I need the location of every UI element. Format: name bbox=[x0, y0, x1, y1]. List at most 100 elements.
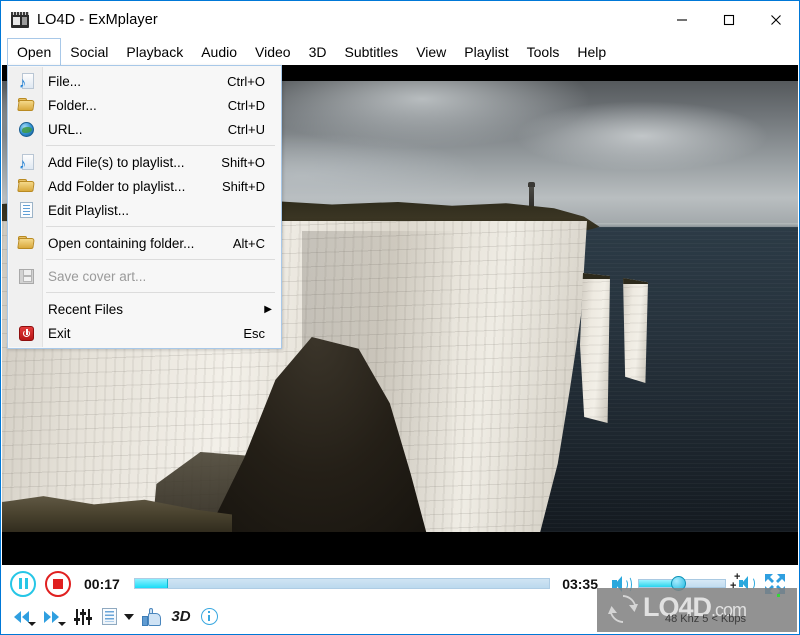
menu-item-edit-playlist[interactable]: Edit Playlist... bbox=[8, 198, 281, 222]
menu-item-url[interactable]: URL.. Ctrl+U bbox=[8, 117, 281, 141]
total-time: 03:35 bbox=[562, 575, 598, 592]
menu-video-label: Video bbox=[255, 43, 291, 60]
globe-icon bbox=[12, 121, 41, 138]
folder-icon bbox=[12, 97, 41, 114]
menu-item-add-files-label: Add File(s) to playlist... bbox=[48, 154, 185, 170]
menu-item-add-files-to-playlist[interactable]: ♪ Add File(s) to playlist... Shift+O bbox=[8, 150, 281, 174]
menu-item-add-files-accel: Shift+O bbox=[221, 154, 265, 170]
menu-item-add-folder-to-playlist[interactable]: Add Folder to playlist... Shift+D bbox=[8, 174, 281, 198]
power-exit-icon bbox=[12, 325, 41, 342]
menu-view[interactable]: View bbox=[407, 38, 455, 65]
menu-item-exit-accel: Esc bbox=[243, 325, 265, 341]
menu-playlist-label: Playlist bbox=[464, 43, 509, 60]
document-icon bbox=[12, 201, 41, 219]
fullscreen-icon[interactable] bbox=[762, 571, 788, 597]
app-icon bbox=[11, 11, 29, 28]
volume-slider[interactable] bbox=[638, 576, 726, 591]
folder-icon bbox=[12, 235, 41, 252]
menu-video[interactable]: Video bbox=[246, 38, 300, 65]
menu-item-edit-playlist-label: Edit Playlist... bbox=[48, 202, 130, 218]
menu-subtitles-label: Subtitles bbox=[344, 43, 399, 60]
music-note-icon: ♪ bbox=[12, 72, 41, 90]
menu-item-open-containing-folder-accel: Alt+C bbox=[232, 235, 265, 251]
volume-knob[interactable] bbox=[670, 576, 686, 591]
menu-item-file-label: File... bbox=[48, 73, 82, 89]
maximize-button[interactable] bbox=[705, 1, 752, 38]
window-title: LO4D - ExMplayer bbox=[37, 11, 158, 28]
3d-toggle-button[interactable]: 3D bbox=[166, 606, 196, 628]
menu-separator bbox=[46, 145, 275, 146]
sea-stack-small bbox=[623, 278, 648, 383]
menu-item-file-accel: Ctrl+O bbox=[227, 73, 265, 89]
menu-item-recent-files-label: Recent Files bbox=[48, 301, 124, 317]
menu-audio[interactable]: Audio bbox=[192, 38, 246, 65]
stop-button[interactable] bbox=[45, 570, 71, 597]
menu-item-folder[interactable]: Folder... Ctrl+D bbox=[8, 93, 281, 117]
menu-item-save-cover-art: Save cover art... bbox=[8, 264, 281, 288]
pause-button[interactable] bbox=[10, 570, 36, 597]
menu-playback-label: Playback bbox=[126, 43, 184, 60]
exmplayer-window: LO4D - ExMplayer Open Social Playback Au… bbox=[0, 0, 800, 635]
menu-subtitles[interactable]: Subtitles bbox=[335, 38, 407, 65]
menu-playlist[interactable]: Playlist bbox=[455, 38, 517, 65]
chevron-down-icon[interactable] bbox=[120, 606, 138, 628]
menu-item-open-containing-folder-label: Open containing folder... bbox=[48, 235, 195, 251]
menu-tools-label: Tools bbox=[526, 43, 560, 60]
menu-item-save-cover-art-label: Save cover art... bbox=[48, 268, 147, 284]
menu-item-open-containing-folder[interactable]: Open containing folder... Alt+C bbox=[8, 231, 281, 255]
folder-icon bbox=[12, 178, 41, 195]
menu-view-label: View bbox=[416, 43, 447, 60]
mute-speaker-icon[interactable] bbox=[610, 574, 632, 594]
equalizer-icon[interactable] bbox=[70, 606, 96, 628]
menu-help[interactable]: Help bbox=[568, 38, 615, 65]
menu-item-folder-label: Folder... bbox=[48, 97, 97, 113]
menu-separator bbox=[46, 226, 275, 227]
menu-3d-label: 3D bbox=[308, 43, 327, 60]
menu-social[interactable]: Social bbox=[61, 38, 117, 65]
submenu-arrow-icon: ▶ bbox=[264, 303, 272, 315]
sea-stack-large bbox=[580, 273, 610, 423]
seek-slider[interactable] bbox=[133, 578, 551, 589]
menu-help-label: Help bbox=[577, 43, 607, 60]
open-dropdown-menu: ♪ File... Ctrl+O Folder... Ctrl+D URL.. … bbox=[7, 65, 282, 349]
playlist-panel-icon[interactable] bbox=[98, 606, 120, 628]
menu-item-url-accel: Ctrl+U bbox=[227, 121, 265, 137]
window-controls bbox=[658, 1, 799, 38]
music-note-icon: ♪ bbox=[12, 153, 41, 171]
menu-separator bbox=[46, 292, 275, 293]
menu-item-exit[interactable]: Exit Esc bbox=[8, 321, 281, 345]
menu-item-exit-label: Exit bbox=[48, 325, 71, 341]
close-button[interactable] bbox=[752, 1, 799, 38]
minimize-button[interactable] bbox=[658, 1, 705, 38]
menu-open[interactable]: Open bbox=[7, 38, 62, 66]
fast-forward-button[interactable] bbox=[40, 606, 70, 628]
rewind-button[interactable] bbox=[10, 606, 40, 628]
info-icon[interactable] bbox=[196, 606, 222, 628]
media-status-text: 48 Khz 5 < Kbps bbox=[664, 613, 746, 625]
title-bar: LO4D - ExMplayer bbox=[1, 1, 799, 38]
menu-item-url-label: URL.. bbox=[48, 121, 83, 137]
menu-3d[interactable]: 3D bbox=[300, 38, 336, 65]
menu-separator bbox=[46, 259, 275, 260]
lighthouse bbox=[528, 182, 535, 208]
menu-item-add-folder-label: Add Folder to playlist... bbox=[48, 178, 186, 194]
menu-item-recent-files[interactable]: Recent Files ▶ bbox=[8, 297, 281, 321]
volume-boost-icon[interactable]: + + bbox=[730, 571, 756, 595]
status-indicator-dot bbox=[777, 594, 780, 597]
seek-progress-fill bbox=[134, 579, 168, 588]
save-disk-icon bbox=[12, 268, 41, 285]
menu-social-label: Social bbox=[70, 43, 109, 60]
menu-playback[interactable]: Playback bbox=[117, 38, 192, 65]
menu-item-folder-accel: Ctrl+D bbox=[227, 97, 265, 113]
menu-tools[interactable]: Tools bbox=[518, 38, 569, 65]
menu-item-add-folder-accel: Shift+D bbox=[222, 178, 265, 194]
menu-item-file[interactable]: ♪ File... Ctrl+O bbox=[8, 69, 281, 93]
thumbs-up-icon[interactable] bbox=[138, 606, 166, 628]
current-time: 00:17 bbox=[84, 575, 120, 592]
menu-bar: Open Social Playback Audio Video 3D Subt… bbox=[1, 38, 799, 66]
transport-row: 00:17 03:35 + + bbox=[2, 565, 798, 602]
letterbox-bottom bbox=[2, 532, 798, 565]
menu-open-label: Open bbox=[17, 44, 52, 60]
menu-audio-label: Audio bbox=[201, 43, 238, 60]
player-controls: 00:17 03:35 + + 3D LO4D.com 48 Khz 5 < K… bbox=[2, 565, 798, 633]
